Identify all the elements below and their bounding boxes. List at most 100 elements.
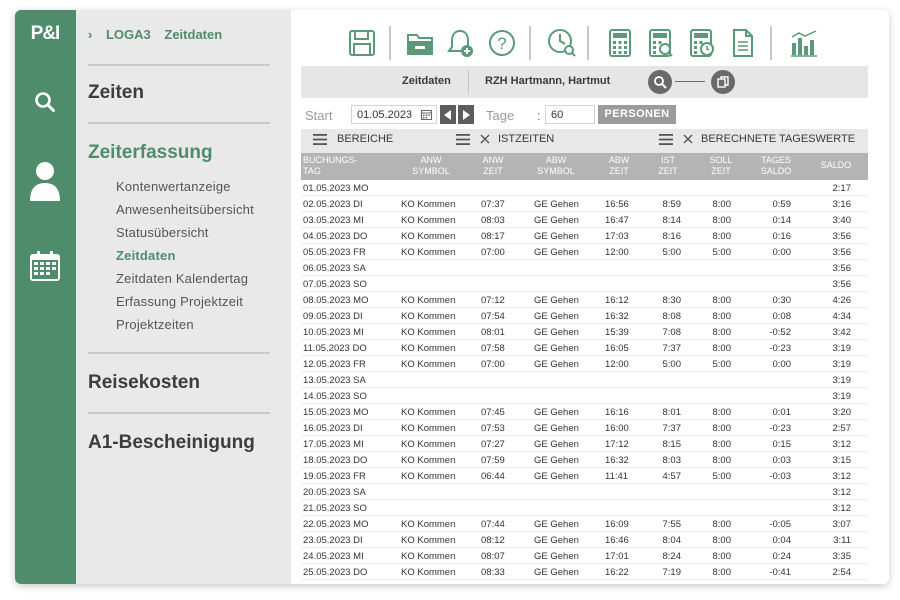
table-row[interactable]: 07.05.2023 SO 3:56: [301, 276, 868, 292]
table-header: BUCHUNGS- TAG ANW SYMBOL ANW ZEIT ABW SYMBOL…: [301, 153, 868, 180]
table-row[interactable]: 15.05.2023 MO KO Kommen 07:45 GE Gehen 16:16…: [301, 404, 868, 420]
col-abw-zeit[interactable]: ABW ZEIT: [599, 155, 639, 177]
cell-date: 19.05.2023 FR: [303, 471, 366, 482]
document-icon[interactable]: [727, 26, 759, 60]
user-icon[interactable]: [25, 158, 65, 206]
cell-anw-symbol: KO Kommen: [401, 535, 456, 546]
cell-tagessaldo: 0:30: [772, 295, 792, 306]
cell-tagessaldo: -0:05: [769, 519, 791, 530]
nav-item-projektzeiten[interactable]: Projektzeiten: [116, 317, 194, 332]
table-row[interactable]: 19.05.2023 FR KO Kommen 06:44 GE Gehen 11:41…: [301, 468, 868, 484]
employee-name: RZH Hartmann, Hartmut: [485, 75, 611, 87]
breadcrumb: › LOGA3 Zeitdaten: [88, 27, 232, 42]
clock-search-icon[interactable]: [546, 26, 578, 60]
table-row[interactable]: 17.05.2023 MI KO Kommen 07:27 GE Gehen 17:12…: [301, 436, 868, 452]
group-tageswerte[interactable]: BERECHNETE TAGESWERTE: [659, 133, 855, 145]
table-row[interactable]: 21.05.2023 SO 3:12: [301, 500, 868, 516]
cell-anw-zeit: 08:17: [481, 231, 505, 242]
search-employee-icon[interactable]: [648, 70, 672, 94]
persons-button[interactable]: PERSONEN: [598, 105, 676, 124]
col-anw-symbol[interactable]: ANW SYMBOL: [406, 155, 456, 177]
toolbar-separator: [389, 26, 391, 60]
table-row[interactable]: 05.05.2023 FR KO Kommen 07:00 GE Gehen 12:00…: [301, 244, 868, 260]
cell-tagessaldo: 0:16: [772, 231, 792, 242]
cell-tagessaldo: 0:01: [772, 407, 792, 418]
col-anw-zeit[interactable]: ANW ZEIT: [473, 155, 513, 177]
context-bar: Zeitdaten RZH Hartmann, Hartmut: [301, 66, 868, 98]
nav-section-reisekosten[interactable]: Reisekosten: [88, 372, 200, 394]
nav-section-a1-bescheinigung[interactable]: A1-Bescheinigung: [88, 432, 255, 454]
col-saldo[interactable]: SALDO: [816, 160, 856, 171]
copy-icon[interactable]: [711, 70, 735, 94]
table-row[interactable]: 13.05.2023 SA 3:19: [301, 372, 868, 388]
view-label: Zeitdaten: [402, 75, 451, 87]
table-row[interactable]: 23.05.2023 DI KO Kommen 08:12 GE Gehen 16:46…: [301, 532, 868, 548]
days-field[interactable]: 60: [545, 105, 595, 124]
cell-anw-symbol: KO Kommen: [401, 343, 456, 354]
table-row[interactable]: 02.05.2023 DI KO Kommen 07:37 GE Gehen 16:56…: [301, 196, 868, 212]
cell-anw-symbol: KO Kommen: [401, 551, 456, 562]
folder-icon[interactable]: [404, 26, 436, 60]
col-buchungstag[interactable]: BUCHUNGS- TAG: [303, 155, 359, 177]
nav-item-zeitdaten[interactable]: Zeitdaten: [116, 248, 176, 263]
group-istzeiten[interactable]: ISTZEITEN: [456, 133, 554, 145]
calculator-clock-icon[interactable]: [686, 26, 718, 60]
help-icon[interactable]: ?: [486, 26, 518, 60]
calendar-picker-icon[interactable]: [421, 109, 432, 123]
table-row[interactable]: 24.05.2023 MI KO Kommen 08:07 GE Gehen 17:01…: [301, 548, 868, 564]
calculator-icon[interactable]: [604, 26, 636, 60]
cell-ist: 8:03: [662, 455, 682, 466]
context-separator: [468, 70, 469, 94]
nav-item-kontenwertanzeige[interactable]: Kontenwertanzeige: [116, 179, 231, 194]
table-row[interactable]: 16.05.2023 DI KO Kommen 07:53 GE Gehen 16:00…: [301, 420, 868, 436]
breadcrumb-zeitdaten[interactable]: Zeitdaten: [164, 27, 222, 42]
bar-chart-icon[interactable]: [788, 26, 820, 60]
nav-item-erfassung-projektzeit[interactable]: Erfassung Projektzeit: [116, 294, 243, 309]
table-row[interactable]: 14.05.2023 SO 3:19: [301, 388, 868, 404]
table-row[interactable]: 09.05.2023 DI KO Kommen 07:54 GE Gehen 16:32…: [301, 308, 868, 324]
table-row[interactable]: 04.05.2023 DO KO Kommen 08:17 GE Gehen 17:03…: [301, 228, 868, 244]
cell-anw-symbol: KO Kommen: [401, 455, 456, 466]
table-row[interactable]: 01.05.2023 MO 2:17: [301, 180, 868, 196]
table-row[interactable]: 12.05.2023 FR KO Kommen 07:00 GE Gehen 12:00…: [301, 356, 868, 372]
table-body: 01.05.2023 MO 2:17 02.05.2023 DI KO Kommen 0…: [301, 180, 868, 580]
cell-ist: 7:08: [662, 327, 682, 338]
col-soll-zeit[interactable]: SOLL ZEIT: [701, 155, 741, 177]
search-icon[interactable]: [25, 82, 65, 122]
cell-anw-zeit: 08:07: [481, 551, 505, 562]
calendar-icon[interactable]: [25, 246, 65, 286]
save-icon[interactable]: [346, 26, 378, 60]
col-ist-zeit[interactable]: IST ZEIT: [648, 155, 688, 177]
table-row[interactable]: 25.05.2023 DO KO Kommen 08:33 GE Gehen 16:22…: [301, 564, 868, 580]
triangle-right-icon: [463, 109, 470, 120]
nav-item-zeitdaten-kalendertag[interactable]: Zeitdaten Kalendertag: [116, 271, 248, 286]
nav-item-anwesenheitsuebersicht[interactable]: Anwesenheitsübersicht: [116, 202, 254, 217]
cell-date: 15.05.2023 MO: [303, 407, 369, 418]
cell-ist: 8:01: [662, 407, 682, 418]
col-tagessaldo[interactable]: TAGES SALDO: [751, 155, 801, 177]
table-row[interactable]: 06.05.2023 SA 3:56: [301, 260, 868, 276]
table-row[interactable]: 11.05.2023 DO KO Kommen 07:58 GE Gehen 16:05…: [301, 340, 868, 356]
days-colon: :: [537, 108, 541, 123]
table-row[interactable]: 22.05.2023 MO KO Kommen 07:44 GE Gehen 16:09…: [301, 516, 868, 532]
cell-tagessaldo: -0:23: [769, 343, 791, 354]
col-abw-symbol[interactable]: ABW SYMBOL: [531, 155, 581, 177]
cell-anw-zeit: 07:59: [481, 455, 505, 466]
next-period-button[interactable]: [458, 105, 474, 124]
table-row[interactable]: 03.05.2023 MI KO Kommen 08:03 GE Gehen 16:47…: [301, 212, 868, 228]
table-row[interactable]: 20.05.2023 SA 3:12: [301, 484, 868, 500]
table-row[interactable]: 18.05.2023 DO KO Kommen 07:59 GE Gehen 16:32…: [301, 452, 868, 468]
table-row[interactable]: 08.05.2023 MO KO Kommen 07:12 GE Gehen 16:12…: [301, 292, 868, 308]
calculator-search-icon[interactable]: [645, 26, 677, 60]
nav-item-statusuebersicht[interactable]: Statusübersicht: [116, 225, 209, 240]
nav-section-zeiten[interactable]: Zeiten: [88, 82, 144, 104]
start-date-field[interactable]: 01.05.2023: [351, 105, 437, 124]
cell-saldo: 3:56: [832, 263, 852, 274]
cell-ist: 5:00: [662, 359, 682, 370]
nav-section-zeiterfassung[interactable]: Zeiterfassung: [88, 142, 213, 164]
breadcrumb-loga3[interactable]: LOGA3: [106, 27, 151, 42]
group-bereiche[interactable]: BEREICHE: [313, 133, 393, 145]
table-row[interactable]: 10.05.2023 MI KO Kommen 08:01 GE Gehen 15:39…: [301, 324, 868, 340]
bell-plus-icon[interactable]: [445, 26, 477, 60]
previous-period-button[interactable]: [440, 105, 456, 124]
